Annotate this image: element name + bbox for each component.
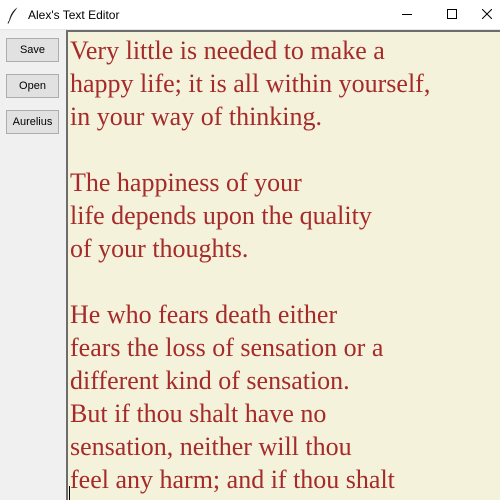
text-cursor (69, 486, 70, 500)
editor-line[interactable]: of your thoughts. (70, 232, 248, 265)
window-title: Alex's Text Editor (28, 8, 120, 22)
maximize-button[interactable] (429, 0, 475, 29)
feather-icon (6, 6, 22, 24)
editor-line[interactable]: feel any harm; and if thou shalt (70, 463, 395, 496)
editor-line[interactable]: different kind of sensation. (70, 364, 350, 397)
editor-line[interactable]: But if thou shalt have no (70, 397, 326, 430)
text-editor-area[interactable]: Very little is needed to make a happy li… (66, 30, 500, 500)
editor-line[interactable]: in your way of thinking. (70, 100, 322, 133)
minimize-button[interactable] (384, 0, 430, 29)
editor-line[interactable]: The happiness of your (70, 166, 302, 199)
editor-line[interactable]: life depends upon the quality (70, 199, 372, 232)
open-button[interactable]: Open (6, 74, 59, 98)
editor-line[interactable]: sensation, neither will thou (70, 430, 352, 463)
aurelius-button[interactable]: Aurelius (6, 110, 59, 134)
sidebar: Save Open Aurelius (0, 30, 66, 500)
maximize-icon (447, 6, 457, 24)
save-button[interactable]: Save (6, 38, 59, 62)
editor-line[interactable]: fears the loss of sensation or a (70, 331, 383, 364)
editor-line[interactable]: He who fears death either (70, 298, 337, 331)
minimize-icon (402, 6, 412, 24)
close-button[interactable] (474, 0, 500, 29)
editor-line[interactable]: happy life; it is all within yourself, (70, 67, 430, 100)
app-window: Alex's Text Editor Save Open Aurelius Ve… (0, 0, 500, 500)
editor-line[interactable]: Very little is needed to make a (70, 34, 385, 67)
close-icon (481, 6, 493, 24)
title-bar[interactable]: Alex's Text Editor (0, 0, 500, 30)
